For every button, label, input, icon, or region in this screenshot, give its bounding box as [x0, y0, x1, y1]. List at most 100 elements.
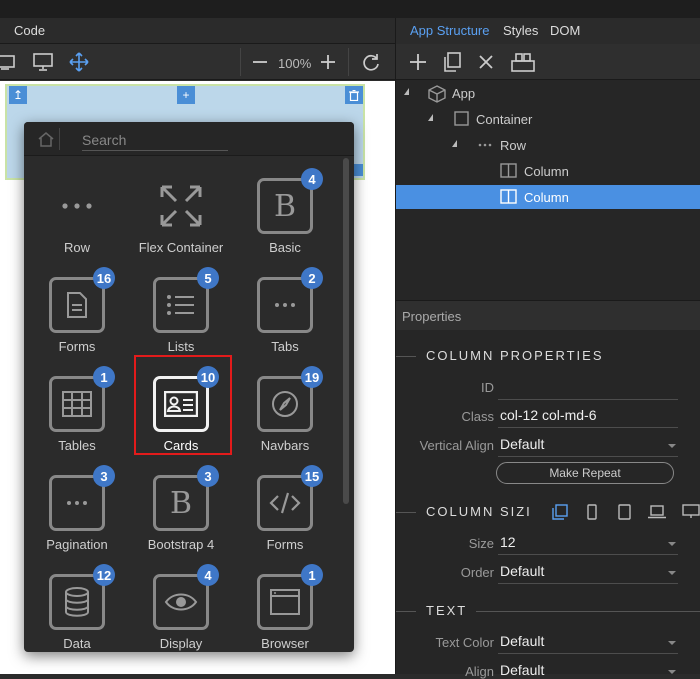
- tree-item-row[interactable]: Row: [396, 133, 700, 157]
- chevron-down-icon[interactable]: [668, 641, 676, 645]
- top-bar: [0, 0, 700, 18]
- move-icon[interactable]: [68, 52, 90, 72]
- tree-label: Column: [524, 164, 569, 179]
- order-select[interactable]: Default: [500, 563, 544, 579]
- count-badge: 15: [301, 465, 323, 487]
- structure-toolbar: [396, 44, 700, 80]
- component-bootstrap-4[interactable]: B 3 Bootstrap 4: [129, 463, 233, 555]
- component-label: Bootstrap 4: [147, 537, 215, 552]
- order-label: Order: [460, 565, 494, 580]
- tab-styles[interactable]: Styles: [503, 23, 538, 38]
- component-label: Row: [63, 240, 90, 255]
- search-input[interactable]: [82, 129, 228, 151]
- toolbar-divider: [240, 48, 241, 76]
- tree-label: Column: [524, 190, 569, 205]
- id-label: ID: [481, 380, 494, 395]
- size-select[interactable]: 12: [500, 534, 516, 550]
- text-color-select[interactable]: Default: [500, 633, 544, 649]
- close-icon[interactable]: [475, 52, 497, 72]
- tree-label: App: [452, 86, 476, 101]
- section-title-text: TEXT: [426, 603, 468, 618]
- tablet-icon[interactable]: [0, 52, 16, 72]
- component-basic[interactable]: B 4 Basic: [233, 166, 337, 258]
- tree-item-container[interactable]: Container: [396, 107, 700, 131]
- size-underline: [498, 554, 678, 555]
- zoom-level: 100%: [278, 56, 312, 71]
- component-pagination[interactable]: 3 Pagination: [25, 463, 129, 555]
- column-icon: [500, 189, 517, 204]
- count-badge: 4: [197, 564, 219, 586]
- add-icon[interactable]: [407, 52, 429, 72]
- highlight-box: [134, 355, 232, 455]
- component-tabs[interactable]: 2 Tabs: [233, 265, 337, 357]
- section-divider: [396, 512, 416, 513]
- component-label: Navbars: [260, 438, 310, 453]
- home-icon[interactable]: [32, 128, 60, 150]
- chevron-down-icon[interactable]: [668, 571, 676, 575]
- column-icon: [500, 163, 517, 178]
- section-divider: [396, 356, 416, 357]
- count-badge: 3: [93, 465, 115, 487]
- class-field[interactable]: col-12 col-md-6: [500, 407, 596, 423]
- component-label: Forms: [58, 339, 96, 354]
- all-sizes-icon[interactable]: [551, 503, 569, 521]
- component-forms[interactable]: 16 Forms: [25, 265, 129, 357]
- expand-arrow-icon[interactable]: [452, 140, 457, 147]
- vertical-align-select[interactable]: Default: [500, 436, 544, 452]
- select-parent-icon[interactable]: ↥: [9, 86, 27, 104]
- properties-header: Properties: [396, 300, 700, 330]
- component-label: Browser: [261, 636, 309, 651]
- zoom-in-icon[interactable]: [317, 52, 339, 72]
- expand-arrow-icon[interactable]: [404, 88, 409, 95]
- component-row[interactable]: Row: [25, 166, 129, 258]
- component-label: Lists: [167, 339, 195, 354]
- tab-app-structure[interactable]: App Structure: [410, 23, 490, 38]
- tree-item-app[interactable]: App: [396, 81, 700, 105]
- chevron-down-icon[interactable]: [668, 542, 676, 546]
- tablet-icon[interactable]: [615, 503, 633, 521]
- refresh-icon[interactable]: [360, 52, 382, 72]
- app-structure-tree: App Container Row Column Column: [396, 80, 700, 300]
- count-badge: 4: [301, 168, 323, 190]
- laptop-icon[interactable]: [648, 503, 666, 521]
- text-color-label: Text Color: [435, 635, 494, 650]
- component-label: Forms: [266, 537, 304, 552]
- desktop-icon[interactable]: [682, 503, 700, 521]
- duplicate-icon[interactable]: [441, 52, 463, 72]
- tree-item-column-selected[interactable]: Column: [396, 185, 700, 209]
- tree-item-column[interactable]: Column: [396, 159, 700, 183]
- phone-icon[interactable]: [583, 503, 601, 521]
- zoom-out-icon[interactable]: [249, 52, 271, 72]
- component-label: Flex Container: [138, 240, 224, 255]
- component-data[interactable]: 12 Data: [25, 562, 129, 652]
- count-badge: 12: [93, 564, 115, 586]
- chevron-down-icon[interactable]: [668, 670, 676, 674]
- code-tab[interactable]: Code: [14, 23, 45, 38]
- class-label: Class: [461, 409, 494, 424]
- picker-scrollbar[interactable]: [343, 158, 349, 504]
- component-lists[interactable]: 5 Lists: [129, 265, 233, 357]
- component-browser[interactable]: 1 Browser: [233, 562, 337, 652]
- component-tables[interactable]: 1 Tables: [25, 364, 129, 456]
- count-badge: 1: [301, 564, 323, 586]
- component-navbars[interactable]: 19 Navbars: [233, 364, 337, 456]
- count-badge: 16: [93, 267, 115, 289]
- make-repeat-button[interactable]: Make Repeat: [496, 462, 674, 484]
- component-display[interactable]: 4 Display: [129, 562, 233, 652]
- align-select[interactable]: Default: [500, 662, 544, 678]
- section-title-column-properties: COLUMN PROPERTIES: [426, 348, 604, 363]
- add-element-icon[interactable]: +: [177, 86, 195, 104]
- component-forms-2[interactable]: 15 Forms: [233, 463, 337, 555]
- components-library-icon[interactable]: [510, 52, 536, 72]
- text-color-underline: [498, 653, 678, 654]
- id-underline: [498, 399, 678, 400]
- desktop-icon[interactable]: [32, 52, 54, 72]
- expand-arrow-icon[interactable]: [428, 114, 433, 121]
- chevron-down-icon[interactable]: [668, 444, 676, 448]
- editor-tab-bar: Code: [0, 18, 395, 44]
- component-flex-container[interactable]: Flex Container: [129, 166, 233, 258]
- picker-header: [24, 122, 354, 156]
- delete-icon[interactable]: [345, 86, 363, 104]
- tab-dom[interactable]: DOM: [550, 23, 580, 38]
- section-divider: [396, 611, 416, 612]
